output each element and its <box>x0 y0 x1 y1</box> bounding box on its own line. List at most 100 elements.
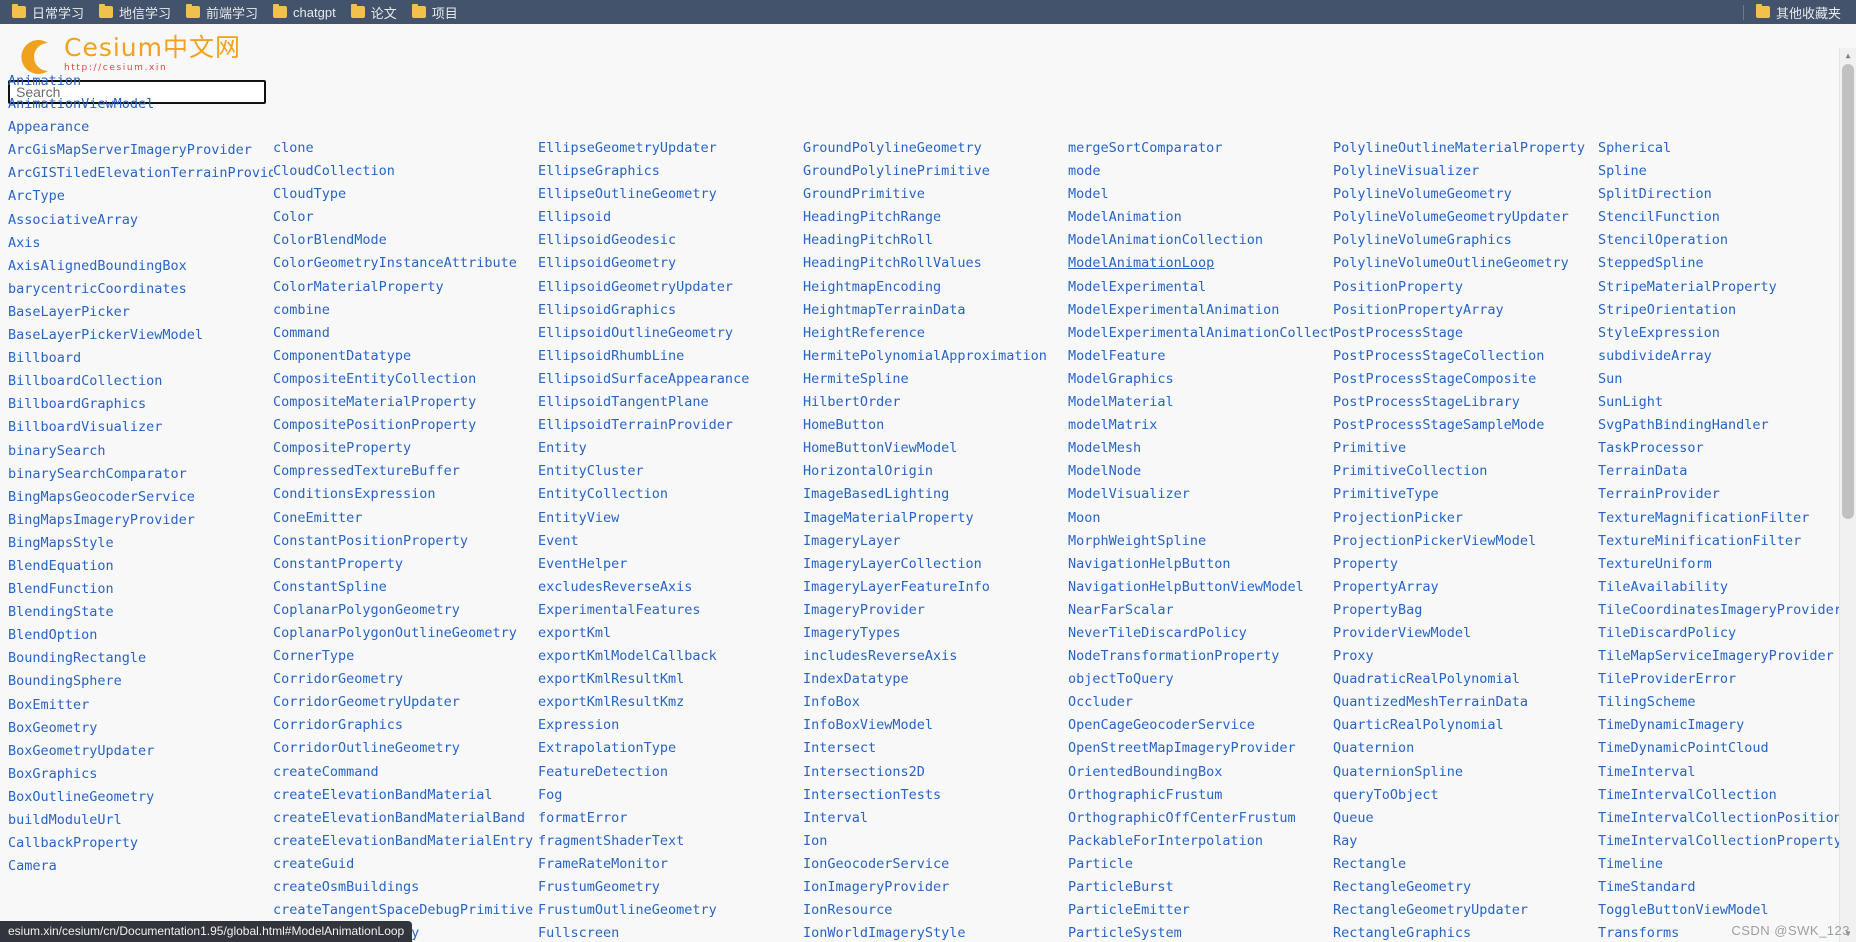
index-link[interactable]: ModelGraphics <box>1068 368 1333 391</box>
index-link[interactable]: QuarticRealPolynomial <box>1333 714 1598 737</box>
index-link[interactable]: Command <box>273 322 538 345</box>
index-link[interactable]: ImageBasedLighting <box>803 483 1068 506</box>
index-link[interactable]: BaseLayerPicker <box>8 301 273 324</box>
index-link[interactable]: HilbertOrder <box>803 391 1068 414</box>
scrollbar-thumb[interactable] <box>1842 64 1854 519</box>
index-link[interactable]: objectToQuery <box>1068 668 1333 691</box>
index-link[interactable]: BlendOption <box>8 624 273 647</box>
bookmark-other-folder[interactable]: 其他收藏夹 <box>1750 1 1850 24</box>
index-link[interactable]: GroundPrimitive <box>803 183 1068 206</box>
index-link[interactable]: Moon <box>1068 507 1333 530</box>
index-link[interactable]: ConditionsExpression <box>273 483 538 506</box>
index-link[interactable]: TilingScheme <box>1598 691 1840 714</box>
index-link[interactable]: ArcType <box>8 185 273 208</box>
index-link[interactable]: HermitePolynomialApproximation <box>803 345 1068 368</box>
index-link[interactable]: TimeStandard <box>1598 876 1840 899</box>
index-link[interactable]: HomeButtonViewModel <box>803 437 1068 460</box>
index-link[interactable]: ImageryProvider <box>803 599 1068 622</box>
index-link[interactable]: CornerType <box>273 645 538 668</box>
index-link[interactable]: ArcGISTiledElevationTerrainProvider <box>8 162 273 185</box>
index-link[interactable]: TimeIntervalCollection <box>1598 784 1840 807</box>
index-link[interactable]: Fullscreen <box>538 922 803 942</box>
index-link[interactable]: NearFarScalar <box>1068 599 1333 622</box>
index-link[interactable]: QuaternionSpline <box>1333 761 1598 784</box>
index-link[interactable]: Particle <box>1068 853 1333 876</box>
index-link[interactable]: MorphWeightSpline <box>1068 530 1333 553</box>
index-link[interactable]: NodeTransformationProperty <box>1068 645 1333 668</box>
bookmark-item[interactable]: 日常学习 <box>6 1 93 24</box>
index-link[interactable]: TimeDynamicPointCloud <box>1598 737 1840 760</box>
index-link[interactable]: PositionProperty <box>1333 276 1598 299</box>
index-link[interactable]: ModelExperimentalAnimationCollection <box>1068 322 1333 345</box>
index-link[interactable]: TimeIntervalCollectionProperty <box>1598 830 1840 853</box>
index-link[interactable]: binarySearch <box>8 440 273 463</box>
index-link[interactable]: IonImageryProvider <box>803 876 1068 899</box>
index-link[interactable]: HomeButton <box>803 414 1068 437</box>
index-link[interactable]: BingMapsImageryProvider <box>8 509 273 532</box>
index-link[interactable]: PostProcessStageComposite <box>1333 368 1598 391</box>
index-link[interactable]: HeightReference <box>803 322 1068 345</box>
index-link[interactable]: EntityCollection <box>538 483 803 506</box>
index-link[interactable]: combine <box>273 299 538 322</box>
index-link[interactable]: InfoBox <box>803 691 1068 714</box>
index-link[interactable]: BoxGeometryUpdater <box>8 740 273 763</box>
index-link[interactable]: ParticleBurst <box>1068 876 1333 899</box>
index-link[interactable]: PolylineVisualizer <box>1333 160 1598 183</box>
index-link[interactable]: ModelAnimation <box>1068 206 1333 229</box>
index-link[interactable]: TimeDynamicImagery <box>1598 714 1840 737</box>
index-link[interactable]: ImageryLayerCollection <box>803 553 1068 576</box>
index-link[interactable]: ModelMesh <box>1068 437 1333 460</box>
index-link[interactable]: NeverTileDiscardPolicy <box>1068 622 1333 645</box>
index-link[interactable]: QuadraticRealPolynomial <box>1333 668 1598 691</box>
index-link[interactable]: CloudCollection <box>273 160 538 183</box>
index-link[interactable]: EllipsoidTangentPlane <box>538 391 803 414</box>
index-link[interactable]: ParticleEmitter <box>1068 899 1333 922</box>
index-link[interactable]: createElevationBandMaterial <box>273 784 538 807</box>
index-link[interactable]: EllipseGraphics <box>538 160 803 183</box>
index-link[interactable]: PolylineOutlineMaterialProperty <box>1333 137 1598 160</box>
bookmark-item[interactable]: 地信学习 <box>93 1 180 24</box>
index-link[interactable]: ProjectionPickerViewModel <box>1333 530 1598 553</box>
index-link[interactable]: exportKml <box>538 622 803 645</box>
index-link[interactable]: BoxGraphics <box>8 763 273 786</box>
index-link[interactable]: AnimationViewModel <box>8 93 273 116</box>
index-link[interactable]: BaseLayerPickerViewModel <box>8 324 273 347</box>
index-link[interactable]: BlendEquation <box>8 555 273 578</box>
index-link[interactable]: IndexDatatype <box>803 668 1068 691</box>
index-link[interactable]: ModelExperimentalAnimation <box>1068 299 1333 322</box>
index-link[interactable]: BillboardGraphics <box>8 393 273 416</box>
index-link[interactable]: CloudType <box>273 183 538 206</box>
index-link[interactable]: barycentricCoordinates <box>8 278 273 301</box>
index-link[interactable]: EntityCluster <box>538 460 803 483</box>
index-link[interactable]: TerrainProvider <box>1598 483 1840 506</box>
index-link[interactable]: InfoBoxViewModel <box>803 714 1068 737</box>
index-link[interactable]: clone <box>273 137 538 160</box>
index-link[interactable]: createOsmBuildings <box>273 876 538 899</box>
index-link[interactable]: CorridorGeometryUpdater <box>273 691 538 714</box>
index-link[interactable]: SvgPathBindingHandler <box>1598 414 1840 437</box>
index-link[interactable]: Proxy <box>1333 645 1598 668</box>
index-link[interactable]: PackableForInterpolation <box>1068 830 1333 853</box>
index-link[interactable]: Intersect <box>803 737 1068 760</box>
index-link[interactable]: Ray <box>1333 830 1598 853</box>
index-link[interactable]: PolylineVolumeOutlineGeometry <box>1333 252 1598 275</box>
index-link[interactable]: exportKmlModelCallback <box>538 645 803 668</box>
scroll-up-arrow-icon[interactable]: ▲ <box>1840 48 1856 64</box>
index-link[interactable]: Primitive <box>1333 437 1598 460</box>
index-link[interactable]: GroundPolylinePrimitive <box>803 160 1068 183</box>
index-link[interactable]: EllipsoidRhumbLine <box>538 345 803 368</box>
index-link[interactable]: ImageMaterialProperty <box>803 507 1068 530</box>
index-link[interactable]: ModelAnimationLoop <box>1068 252 1333 275</box>
index-link[interactable]: TileProviderError <box>1598 668 1840 691</box>
index-link[interactable]: mergeSortComparator <box>1068 137 1333 160</box>
index-link[interactable]: HeightmapTerrainData <box>803 299 1068 322</box>
index-link[interactable]: RectangleGeometryUpdater <box>1333 899 1598 922</box>
site-brand[interactable]: Cesium中文网 http://cesium.xin <box>0 24 1856 74</box>
index-link[interactable]: OpenStreetMapImageryProvider <box>1068 737 1333 760</box>
index-link[interactable]: EllipsoidGraphics <box>538 299 803 322</box>
index-link[interactable]: CompositeMaterialProperty <box>273 391 538 414</box>
index-link[interactable]: Intersections2D <box>803 761 1068 784</box>
index-link[interactable]: mode <box>1068 160 1333 183</box>
index-link[interactable]: EventHelper <box>538 553 803 576</box>
index-link[interactable]: EllipseGeometryUpdater <box>538 137 803 160</box>
